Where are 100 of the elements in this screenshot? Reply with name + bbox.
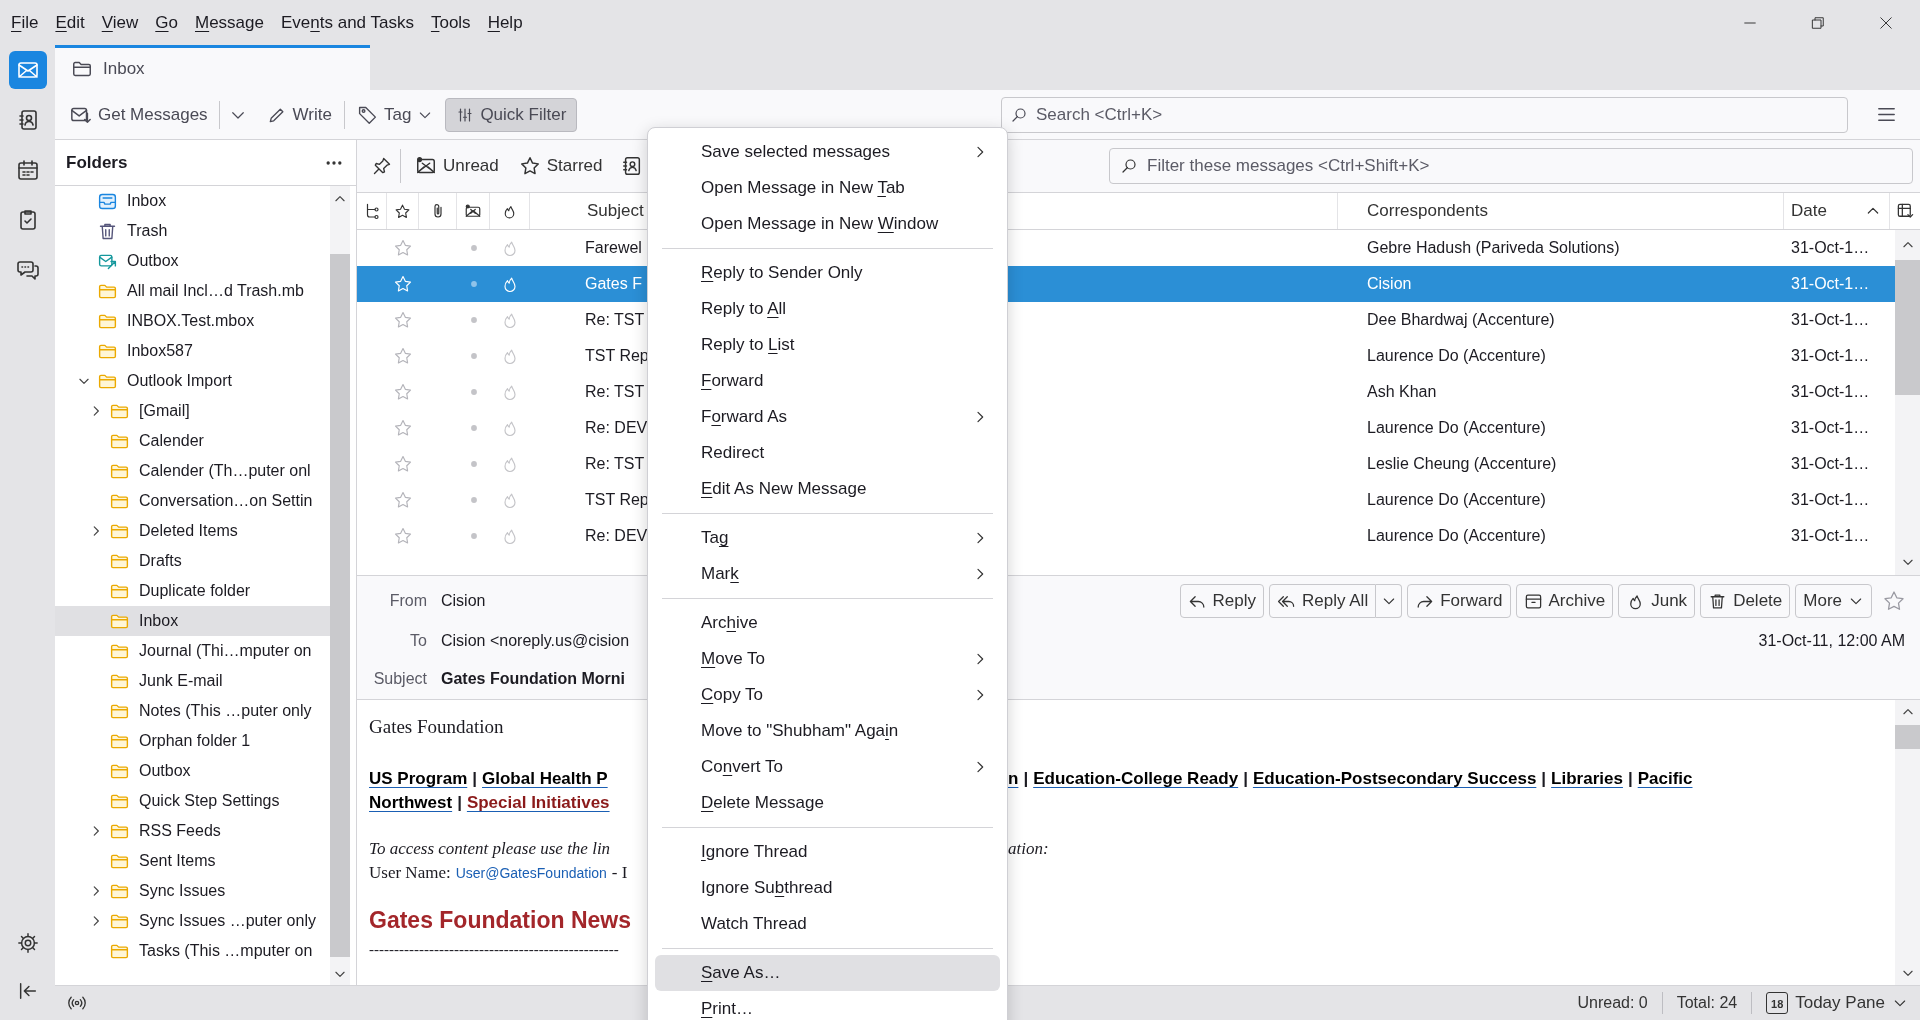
contact-icon[interactable] (620, 155, 643, 177)
menu-item[interactable]: Save As… (655, 955, 1000, 991)
scrollbar-thumb[interactable] (1895, 260, 1920, 395)
menu-item[interactable]: Ignore Thread (655, 834, 1000, 870)
link[interactable]: Special Initiatives (466, 790, 610, 816)
menu-bar-item[interactable]: View (100, 9, 140, 36)
menu-item[interactable]: Reply to List (655, 327, 1000, 363)
folder-item[interactable]: Inbox (55, 186, 330, 216)
filter-field[interactable]: Filter these messages <Ctrl+Shift+K> (1109, 148, 1913, 184)
dropdown-button[interactable] (1376, 584, 1403, 618)
folder-item[interactable]: Duplicate folder (55, 576, 330, 606)
reply-button[interactable]: Reply (1179, 584, 1264, 618)
column-picker-icon[interactable] (1895, 201, 1915, 221)
star-icon[interactable] (393, 454, 413, 474)
recipient-name[interactable]: Cision <noreply.us@cision (441, 629, 630, 653)
menu-item[interactable]: Edit As New Message (655, 471, 1000, 507)
menu-bar-item[interactable]: Tools (429, 9, 472, 36)
get-messages-button[interactable]: Get Messages (68, 97, 210, 132)
folder-item[interactable]: Conversation…on Settin (55, 486, 330, 516)
pin-icon[interactable] (372, 156, 392, 176)
link[interactable]: Northwest (369, 790, 453, 816)
star-icon[interactable] (393, 418, 413, 438)
menu-item[interactable]: Archive (655, 605, 1000, 641)
column-header[interactable]: Correspondents (1367, 198, 1488, 224)
link[interactable]: Education-Postsecondary Success (1252, 766, 1537, 792)
menu-bar-item[interactable]: Message (194, 9, 265, 36)
envelope-icon[interactable] (464, 202, 482, 220)
menu-bar-item[interactable]: Go (154, 9, 179, 36)
folder-item[interactable]: Outlook Import (55, 366, 330, 396)
menu-item[interactable]: Mark (655, 556, 1000, 592)
today-pane-button[interactable]: 18 Today Pane (1766, 990, 1908, 1016)
folder-item[interactable]: Journal (Thi…mputer on (55, 636, 330, 666)
quick-filter-button[interactable]: Quick Filter (445, 97, 578, 132)
star-icon[interactable] (393, 382, 413, 402)
menu-item[interactable]: Redirect (655, 435, 1000, 471)
tag-button[interactable]: Tag (356, 97, 434, 132)
archive-button[interactable]: Archive (1515, 584, 1614, 618)
folder-item[interactable]: All mail Incl…d Trash.mb (55, 276, 330, 306)
folder-item[interactable]: INBOX.Test.mbox (55, 306, 330, 336)
more-button[interactable]: More (1795, 584, 1872, 618)
settings-icon[interactable] (16, 932, 39, 954)
folder-item[interactable]: Calender (Th…puter onl (55, 456, 330, 486)
column-header[interactable]: Date (1791, 198, 1827, 224)
menu-item[interactable]: Print… (655, 991, 1000, 1020)
folder-item[interactable]: Trash (55, 216, 330, 246)
star-icon[interactable] (1882, 589, 1906, 613)
folder-item[interactable]: Sent Items (55, 846, 330, 876)
folder-item[interactable]: RSS Feeds (55, 816, 330, 846)
folder-item[interactable]: Deleted Items (55, 516, 330, 546)
menu-item[interactable]: Open Message in New Tab (655, 170, 1000, 206)
folder-item[interactable]: Notes (This …puter only (55, 696, 330, 726)
menu-bar-item[interactable]: Edit (54, 9, 86, 36)
folder-item[interactable]: Sync Issues …puter only (55, 906, 330, 936)
folder-item[interactable]: [Gmail] (55, 396, 330, 426)
link[interactable]: Global Health P (482, 766, 608, 792)
menu-item[interactable]: Tag (655, 520, 1000, 556)
folder-item[interactable]: Junk E-mail (55, 666, 330, 696)
folder-item[interactable]: Outbox (55, 756, 330, 786)
star-icon[interactable] (393, 238, 413, 258)
link[interactable]: n (1008, 766, 1019, 792)
folder-item[interactable]: Inbox (55, 606, 330, 636)
menu-item[interactable]: Forward (655, 363, 1000, 399)
forward-button[interactable]: Forward (1407, 584, 1511, 618)
menu-bar-item[interactable]: Help (486, 9, 524, 36)
write-button[interactable]: Write (266, 97, 332, 132)
reply-all-button[interactable]: Reply All (1269, 584, 1377, 618)
sender-name[interactable]: Cision (441, 589, 486, 613)
scrollbar[interactable] (1895, 700, 1920, 985)
menu-item[interactable]: Forward As (655, 399, 1000, 435)
menu-bar-item[interactable]: Events and Tasks (280, 9, 415, 36)
link[interactable]: Libraries (1551, 766, 1623, 792)
star-icon[interactable] (393, 490, 413, 510)
starred-filter-button[interactable]: Starred (518, 149, 603, 183)
junk-button[interactable]: Junk (1618, 584, 1696, 618)
search-field[interactable]: Search <Ctrl+K> (1001, 96, 1848, 133)
unread-filter-button[interactable]: Unread (415, 149, 499, 183)
star-icon[interactable] (393, 526, 413, 546)
link[interactable]: US Program (369, 766, 468, 792)
scrollbar[interactable] (1895, 230, 1920, 575)
menu-item[interactable]: Delete Message (655, 785, 1000, 821)
link[interactable]: Pacific (1637, 766, 1693, 792)
menu-item[interactable]: Open Message in New Window (655, 206, 1000, 242)
menu-item[interactable]: Convert To (655, 749, 1000, 785)
folder-item[interactable]: Orphan folder 1 (55, 726, 330, 756)
folder-item[interactable]: Inbox587 (55, 336, 330, 366)
folder-item[interactable]: Tasks (This …mputer on (55, 936, 330, 966)
tab[interactable]: Inbox (55, 45, 370, 90)
delete-button[interactable]: Delete (1700, 584, 1791, 618)
column-header[interactable]: Subject (587, 198, 644, 224)
star-icon[interactable] (393, 274, 413, 294)
folder-item[interactable]: Calender (55, 426, 330, 456)
menu-item[interactable]: Move to "Shubham" Again (655, 713, 1000, 749)
link[interactable]: User@GatesFoundation (455, 862, 607, 884)
menu-item[interactable]: Move To (655, 641, 1000, 677)
menu-bar-item[interactable]: File (10, 9, 40, 36)
folder-item[interactable]: Drafts (55, 546, 330, 576)
folder-item[interactable]: Sync Issues (55, 876, 330, 906)
link[interactable]: Education-College Ready (1033, 766, 1239, 792)
folder-item[interactable]: Quick Step Settings (55, 786, 330, 816)
menu-item[interactable]: Copy To (655, 677, 1000, 713)
